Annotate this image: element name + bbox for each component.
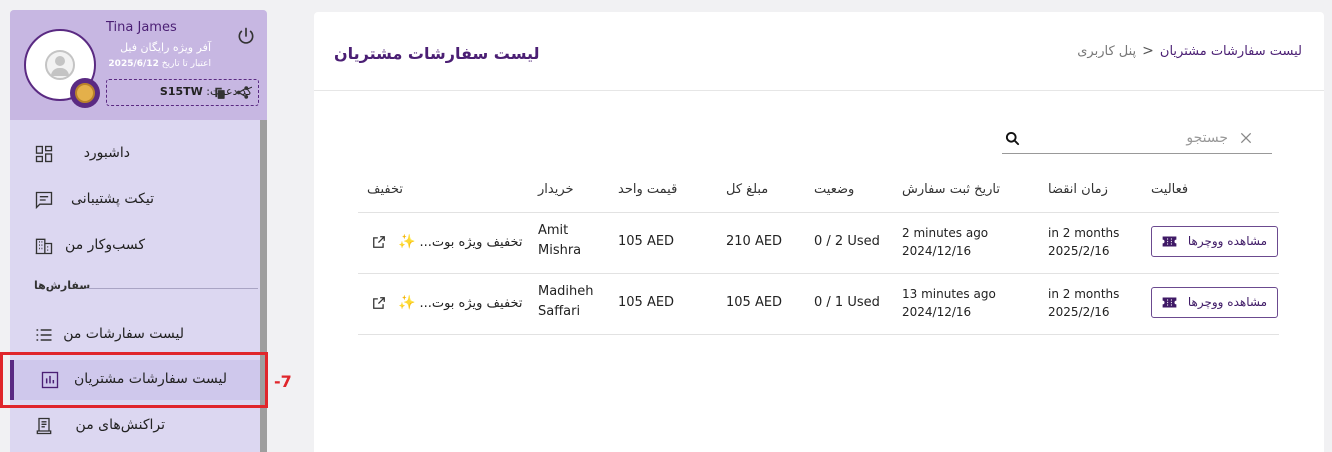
expiry-relative-time: in 2 months: [1048, 287, 1120, 301]
row-divider: [358, 334, 1279, 335]
dashboard-icon: [35, 145, 53, 163]
validity-date: 2025/6/12: [108, 59, 159, 69]
sidebar-item-my-business[interactable]: کسب‌وکار من: [10, 226, 260, 266]
user-icon: [45, 50, 75, 80]
ticket-icon: [1162, 236, 1177, 247]
status-usage: 0 / 1 Used: [814, 295, 880, 310]
header-status: وضعیت: [814, 182, 855, 197]
header-total: مبلغ کل: [726, 182, 769, 197]
view-vouchers-label: مشاهده ووچرها: [1187, 234, 1267, 248]
header-buyer: خریدار: [538, 182, 574, 197]
view-vouchers-label: مشاهده ووچرها: [1187, 295, 1267, 309]
user-name: Tina James: [106, 20, 177, 35]
invite-box: کد دعوت: S15TW: [106, 79, 259, 106]
search-icon[interactable]: [1005, 131, 1020, 146]
header-action: فعالیت: [1151, 182, 1189, 197]
ticket-icon: [1162, 297, 1177, 308]
sparkle-icon: ✨: [398, 295, 416, 311]
sidebar-item-label: تراکنش‌های من: [75, 417, 165, 433]
expiry-date: 2025/2/16: [1048, 305, 1110, 319]
expiry-date: 2025/2/16: [1048, 244, 1110, 258]
share-icon[interactable]: [235, 85, 250, 100]
validity-text: اعتبار تا تاریخ 2025/6/12: [108, 59, 211, 69]
external-link-icon[interactable]: [372, 235, 386, 249]
discount-name: ...تخفیف ویژه بوت: [419, 295, 523, 311]
status-usage: 0 / 2 Used: [814, 234, 880, 249]
order-date: 2024/12/16: [902, 244, 972, 258]
unit-price: 105 AED: [618, 295, 675, 310]
section-divider: [86, 288, 258, 289]
section-orders: سفارش‌ها: [34, 279, 91, 292]
building-icon: [35, 238, 53, 255]
total-amount: 105 AED: [726, 295, 783, 310]
receipt-icon: [36, 417, 52, 435]
sidebar-item-label: لیست سفارشات من: [63, 326, 184, 342]
total-amount: 210 AED: [726, 234, 783, 249]
sidebar-item-support-ticket[interactable]: تیکت پشتیبانی: [10, 180, 260, 220]
breadcrumb-current: لیست سفارشات مشتریان: [1159, 43, 1302, 59]
external-link-icon[interactable]: [372, 296, 386, 310]
discount-name: ...تخفیف ویژه بوت: [419, 234, 523, 250]
invite-code: S15TW: [159, 85, 203, 98]
header-unit-price: قیمت واحد: [618, 182, 678, 197]
sidebar-item-label: تیکت پشتیبانی: [71, 191, 154, 207]
breadcrumb-home[interactable]: پنل کاربری: [1077, 44, 1136, 59]
validity-label: اعتبار تا تاریخ: [161, 59, 211, 69]
annotation-highlight: [0, 352, 268, 408]
profile-card: Tina James آفر ویژه رایگان فیل اعتبار تا…: [10, 10, 267, 120]
main-panel: لیست سفارشات مشتریان لیست سفارشات مشتریا…: [314, 12, 1324, 452]
header-divider: [314, 90, 1324, 91]
sidebar-item-label: داشبورد: [83, 145, 130, 161]
sidebar-item-label: کسب‌وکار من: [65, 237, 145, 253]
plan-name: آفر ویژه رایگان فیل: [120, 41, 211, 54]
expiry-relative-time: in 2 months: [1048, 226, 1120, 240]
unit-price: 105 AED: [618, 234, 675, 249]
power-icon[interactable]: [236, 26, 256, 46]
search-bar: [1002, 122, 1272, 154]
view-vouchers-button[interactable]: مشاهده ووچرها: [1151, 287, 1278, 318]
buyer-name: Madiheh Saffari: [538, 284, 594, 319]
medal-icon: [70, 78, 100, 108]
discount-cell: ✨ ...تخفیف ویژه بوت: [372, 295, 523, 311]
annotation-step-label: -7: [274, 372, 292, 391]
order-date: 2024/12/16: [902, 305, 972, 319]
header-order-date: تاریخ ثبت سفارش: [902, 182, 1001, 197]
order-relative-time: 13 minutes ago: [902, 287, 996, 301]
message-icon: [35, 191, 53, 210]
header-discount: تخفیف: [367, 182, 403, 197]
breadcrumb: لیست سفارشات مشتریان < پنل کاربری: [1077, 43, 1302, 59]
buyer-name: Amit Mishra: [538, 223, 582, 258]
sidebar-item-my-transactions[interactable]: تراکنش‌های من: [10, 406, 260, 446]
list-icon: [36, 329, 52, 341]
view-vouchers-button[interactable]: مشاهده ووچرها: [1151, 226, 1278, 257]
row-divider: [358, 273, 1279, 274]
discount-cell: ✨ ...تخفیف ویژه بوت: [372, 234, 523, 250]
copy-icon[interactable]: [213, 86, 227, 100]
search-input[interactable]: [1028, 126, 1228, 150]
header-expiry: زمان انقضا: [1048, 182, 1108, 197]
breadcrumb-separator: <: [1142, 43, 1154, 59]
sidebar-item-dashboard[interactable]: داشبورد: [10, 134, 260, 174]
page-title: لیست سفارشات مشتریان: [334, 44, 540, 63]
close-icon[interactable]: [1239, 131, 1253, 145]
row-divider: [358, 212, 1279, 213]
order-relative-time: 2 minutes ago: [902, 226, 989, 240]
sparkle-icon: ✨: [398, 234, 416, 250]
sidebar-item-my-orders[interactable]: لیست سفارشات من: [10, 315, 260, 355]
